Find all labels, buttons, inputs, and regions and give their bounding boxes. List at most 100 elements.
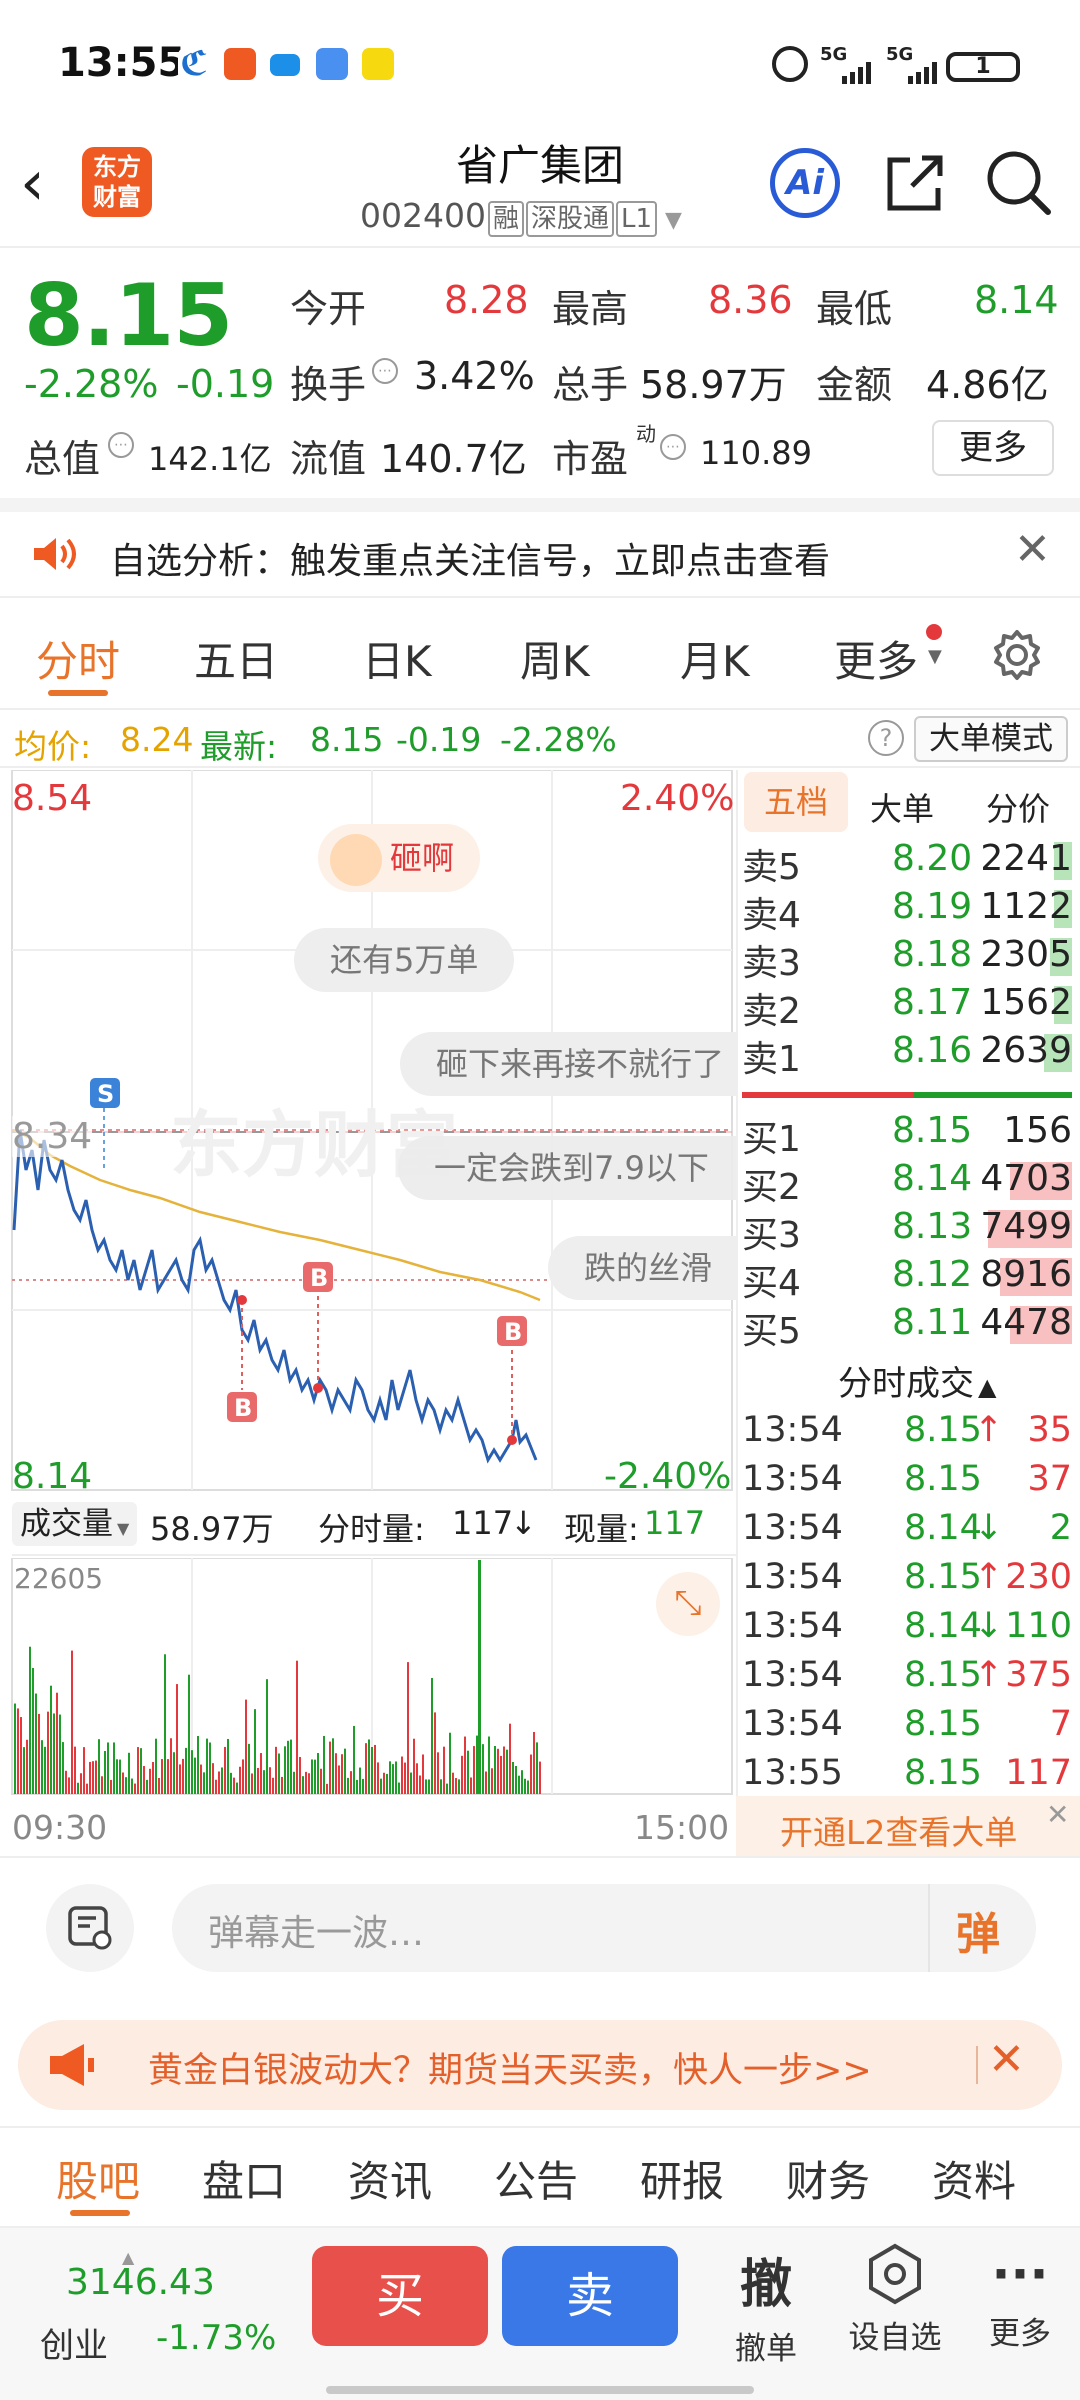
tab-big-orders[interactable]: 大单	[870, 784, 934, 830]
comment-bubble[interactable]: 还有5万单	[294, 928, 515, 992]
low-value: 8.14	[974, 278, 1059, 322]
trade-time: 13:54	[742, 1655, 843, 1695]
volume-bar	[245, 1699, 247, 1794]
volume-bar	[392, 1764, 394, 1794]
info-icon[interactable]: ⋯	[372, 358, 398, 384]
volume-bar	[44, 1746, 46, 1794]
volume-bar	[203, 1772, 205, 1794]
add-watchlist-button[interactable]: 设自选	[840, 2242, 950, 2372]
more-actions-button[interactable]: ··· 更多	[970, 2242, 1070, 2372]
volume-bar	[398, 1782, 400, 1794]
chart-min-price: 8.14	[12, 1456, 93, 1497]
volume-bar	[29, 1646, 31, 1794]
volume-bar	[383, 1772, 385, 1794]
volume-bar	[404, 1762, 406, 1794]
back-button[interactable]: ‹	[20, 148, 70, 218]
tab-announcements[interactable]: 公告	[494, 2148, 578, 2209]
buy-button[interactable]: 买	[312, 2246, 488, 2346]
info-icon[interactable]: ⋯	[108, 432, 134, 458]
trades-title[interactable]: 分时成交 ▲	[838, 1356, 996, 1405]
volume-bar	[134, 1783, 136, 1794]
ad-banner[interactable]: 黄金白银波动大？期货当天买卖，快人一步>> ✕	[18, 2020, 1062, 2110]
bid-label: 买5	[742, 1311, 801, 1352]
danmaku-settings-button[interactable]	[46, 1884, 134, 1972]
bid-row[interactable]: 买3 8.13 7499	[742, 1204, 1072, 1256]
latest-pct: -2.28%	[500, 720, 617, 759]
index-ticker[interactable]: ▲ 3146.43 创业 -1.73%	[30, 2248, 280, 2368]
comment-bubble[interactable]: 砸啊	[318, 824, 481, 892]
tab-five-day[interactable]: 五日	[194, 628, 278, 689]
tab-orderbook[interactable]: 盘口	[202, 2148, 286, 2209]
volume-bar	[59, 1714, 61, 1794]
cancel-glyph-icon: 撤	[739, 2255, 792, 2315]
bid-price: 8.14	[892, 1158, 973, 1199]
tab-research[interactable]: 研报	[640, 2148, 724, 2209]
danmaku-send-icon[interactable]: 弹	[956, 1898, 1000, 1962]
trade-volume: 2	[1049, 1508, 1072, 1548]
app-logo[interactable]: 东方财富	[82, 147, 152, 217]
tab-intraday[interactable]: 分时	[36, 628, 120, 689]
bid-row[interactable]: 买1 8.15 156	[742, 1108, 1072, 1160]
chevron-down-icon: ▼	[117, 1519, 130, 1538]
bid-row[interactable]: 买4 8.12 8916	[742, 1252, 1072, 1304]
bid-label: 买4	[742, 1263, 801, 1304]
tab-news[interactable]: 资讯	[348, 2148, 432, 2209]
cancel-order-button[interactable]: 撤 撤单	[716, 2242, 816, 2372]
tab-more[interactable]: 更多	[834, 628, 918, 689]
comment-text: 跌的丝滑	[584, 1249, 713, 1287]
bid-row[interactable]: 买5 8.11 4478	[742, 1300, 1072, 1352]
ask-row[interactable]: 卖5 8.20 2241	[742, 836, 1072, 888]
l2-banner[interactable]: 开通L2查看大单 ✕	[736, 1796, 1080, 1856]
ai-assistant-icon[interactable]: Ai	[770, 148, 840, 218]
sell-button[interactable]: 卖	[502, 2246, 678, 2346]
danmaku-input[interactable]: 弹幕走一波… 弹	[172, 1884, 1036, 1972]
volume-header: 成交量 ▼ 58.97万 分时量: 117 ↓ 现量: 117	[12, 1494, 736, 1556]
volume-chart[interactable]	[0, 1558, 736, 1798]
more-button[interactable]: 更多	[932, 420, 1054, 476]
volume-bar	[161, 1759, 163, 1794]
help-icon[interactable]: ?	[868, 720, 904, 756]
pe-label: 市盈	[552, 437, 629, 481]
comment-bubble[interactable]: 砸下来再接不就行了	[400, 1032, 736, 1096]
ask-row[interactable]: 卖1 8.16 2639	[742, 1028, 1072, 1080]
volume-bar	[194, 1757, 196, 1794]
add-watchlist-label: 设自选	[848, 2320, 942, 2356]
comment-bubble[interactable]: 跌的丝滑	[548, 1236, 736, 1300]
high-value: 8.36	[708, 278, 793, 322]
tab-monthly-k[interactable]: 月K	[680, 628, 750, 689]
stock-code-row[interactable]: 002400 融深股通 L1 ▼	[360, 196, 682, 237]
gear-icon[interactable]	[990, 628, 1044, 682]
volume-bar	[26, 1739, 28, 1794]
trade-price: 8.15	[904, 1753, 982, 1793]
volume-bar	[377, 1762, 379, 1794]
tab-daily-k[interactable]: 日K	[362, 628, 432, 689]
expand-icon[interactable]: ⤡	[656, 1572, 720, 1636]
tab-financials[interactable]: 财务	[786, 2148, 870, 2209]
big-order-mode-button[interactable]: 大单模式	[914, 716, 1068, 762]
tab-price-distribution[interactable]: 分价	[986, 784, 1050, 830]
search-icon[interactable]	[984, 148, 1054, 218]
ask-row[interactable]: 卖2 8.17 1562	[742, 980, 1072, 1032]
tab-forum[interactable]: 股吧	[56, 2148, 140, 2209]
tab-profile[interactable]: 资料	[932, 2148, 1016, 2209]
bid-row[interactable]: 买2 8.14 4703	[742, 1156, 1072, 1208]
volume-bar	[497, 1748, 499, 1794]
comment-bubble[interactable]: 一定会跌到7.9以下	[398, 1136, 736, 1200]
volume-bar	[533, 1731, 535, 1794]
volume-bar	[221, 1767, 223, 1794]
ask-row[interactable]: 卖3 8.18 2305	[742, 932, 1072, 984]
notice-bar[interactable]: 自选分析：触发重点关注信号，立即点击查看 ✕	[0, 498, 1080, 598]
close-icon[interactable]: ✕	[1046, 1798, 1069, 1831]
volume-bar	[467, 1750, 469, 1794]
share-icon[interactable]	[882, 150, 948, 216]
change-value: -0.19	[176, 362, 275, 406]
volume-bar	[500, 1755, 502, 1794]
ask-row[interactable]: 卖4 8.19 1122	[742, 884, 1072, 936]
info-icon[interactable]: ⋯	[660, 434, 686, 460]
tab-five-levels[interactable]: 五档	[744, 772, 848, 832]
close-icon[interactable]: ✕	[1014, 524, 1051, 575]
volume-indicator-selector[interactable]: 成交量 ▼	[12, 1502, 138, 1546]
trades-title-text: 分时成交	[838, 1364, 974, 1404]
tab-weekly-k[interactable]: 周K	[520, 628, 590, 689]
close-icon[interactable]: ✕	[988, 2034, 1025, 2085]
